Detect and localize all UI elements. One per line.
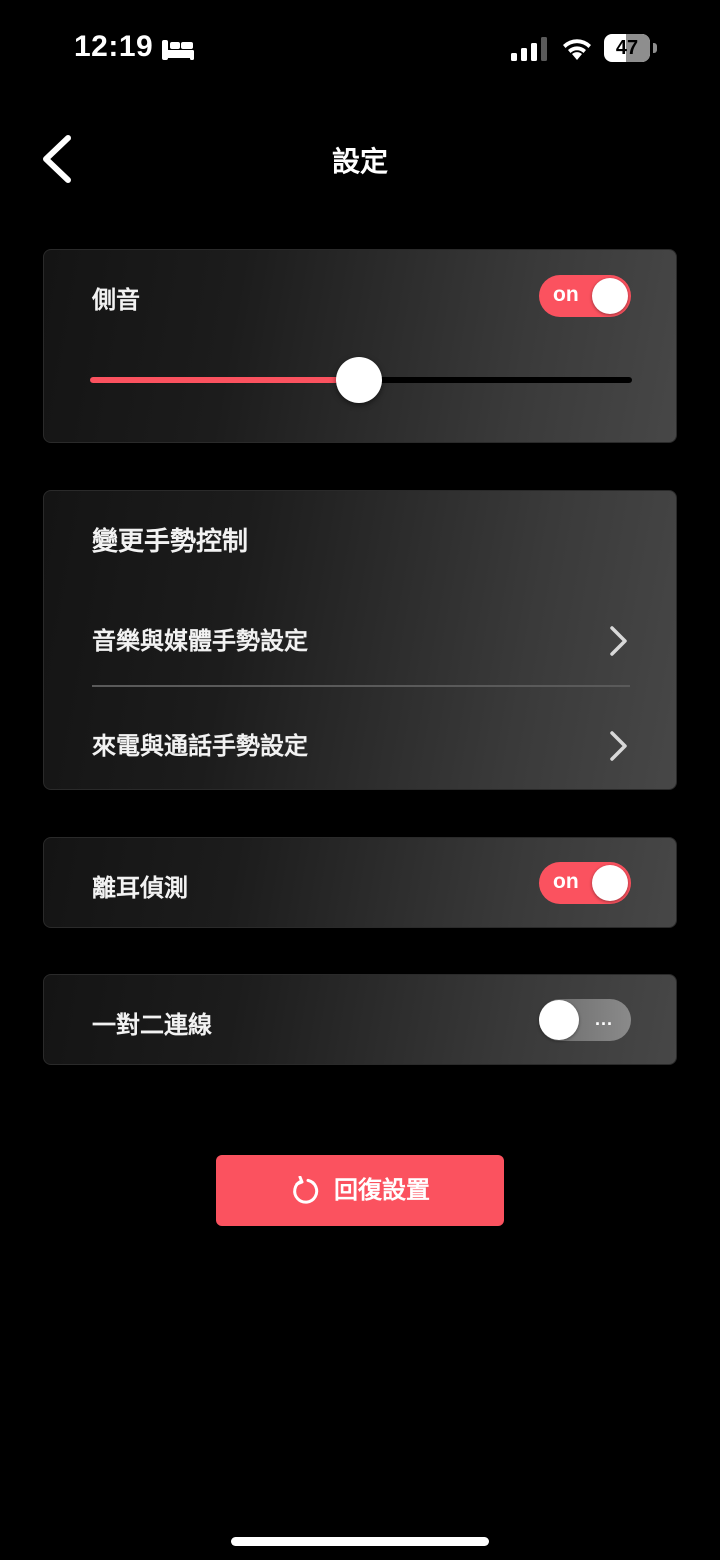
toggle-loading-text: ... xyxy=(594,1009,613,1029)
wifi-icon xyxy=(563,39,591,60)
multipoint-toggle[interactable]: ... xyxy=(539,999,631,1041)
reset-settings-button[interactable]: 回復設置 xyxy=(216,1155,504,1226)
slider-fill xyxy=(90,377,359,383)
battery-percent: 47 xyxy=(615,37,639,59)
status-time: 12:19 xyxy=(74,30,154,63)
call-gesture-label: 來電與通話手勢設定 xyxy=(92,732,308,760)
battery-icon: 47 xyxy=(604,34,658,62)
toggle-on-text: on xyxy=(553,283,579,306)
ear-detection-label: 離耳偵測 xyxy=(92,874,188,902)
music-media-gesture-label: 音樂與媒體手勢設定 xyxy=(92,627,308,655)
call-gesture-row[interactable]: 來電與通話手勢設定 xyxy=(44,706,678,786)
home-indicator[interactable] xyxy=(231,1537,489,1546)
divider xyxy=(92,685,630,687)
side-tone-label: 側音 xyxy=(92,286,140,314)
toggle-knob xyxy=(592,865,628,901)
reset-icon xyxy=(293,1176,319,1204)
chevron-right-icon xyxy=(610,731,627,761)
music-media-gesture-row[interactable]: 音樂與媒體手勢設定 xyxy=(44,601,678,681)
multipoint-label: 一對二連線 xyxy=(92,1011,212,1039)
chevron-right-icon xyxy=(610,626,627,656)
slider-thumb[interactable] xyxy=(336,357,382,403)
side-tone-toggle[interactable]: on xyxy=(539,275,631,317)
toggle-knob xyxy=(539,1000,579,1040)
multipoint-card: 一對二連線 ... xyxy=(43,974,677,1065)
side-tone-volume-slider[interactable] xyxy=(90,356,632,404)
toggle-on-text: on xyxy=(553,870,579,893)
signal-icon xyxy=(511,37,547,61)
reset-settings-label: 回復設置 xyxy=(334,1176,430,1204)
side-tone-card: 側音 on xyxy=(43,249,677,443)
toggle-knob xyxy=(592,278,628,314)
gesture-control-title: 變更手勢控制 xyxy=(92,527,249,557)
sleep-icon xyxy=(162,40,194,60)
page-title: 設定 xyxy=(331,145,388,178)
ear-detection-card: 離耳偵測 on xyxy=(43,837,677,928)
gesture-control-card: 變更手勢控制 音樂與媒體手勢設定 來電與通話手勢設定 xyxy=(43,490,677,790)
status-bar: 12:19 47 xyxy=(0,0,720,96)
ear-detection-toggle[interactable]: on xyxy=(539,862,631,904)
